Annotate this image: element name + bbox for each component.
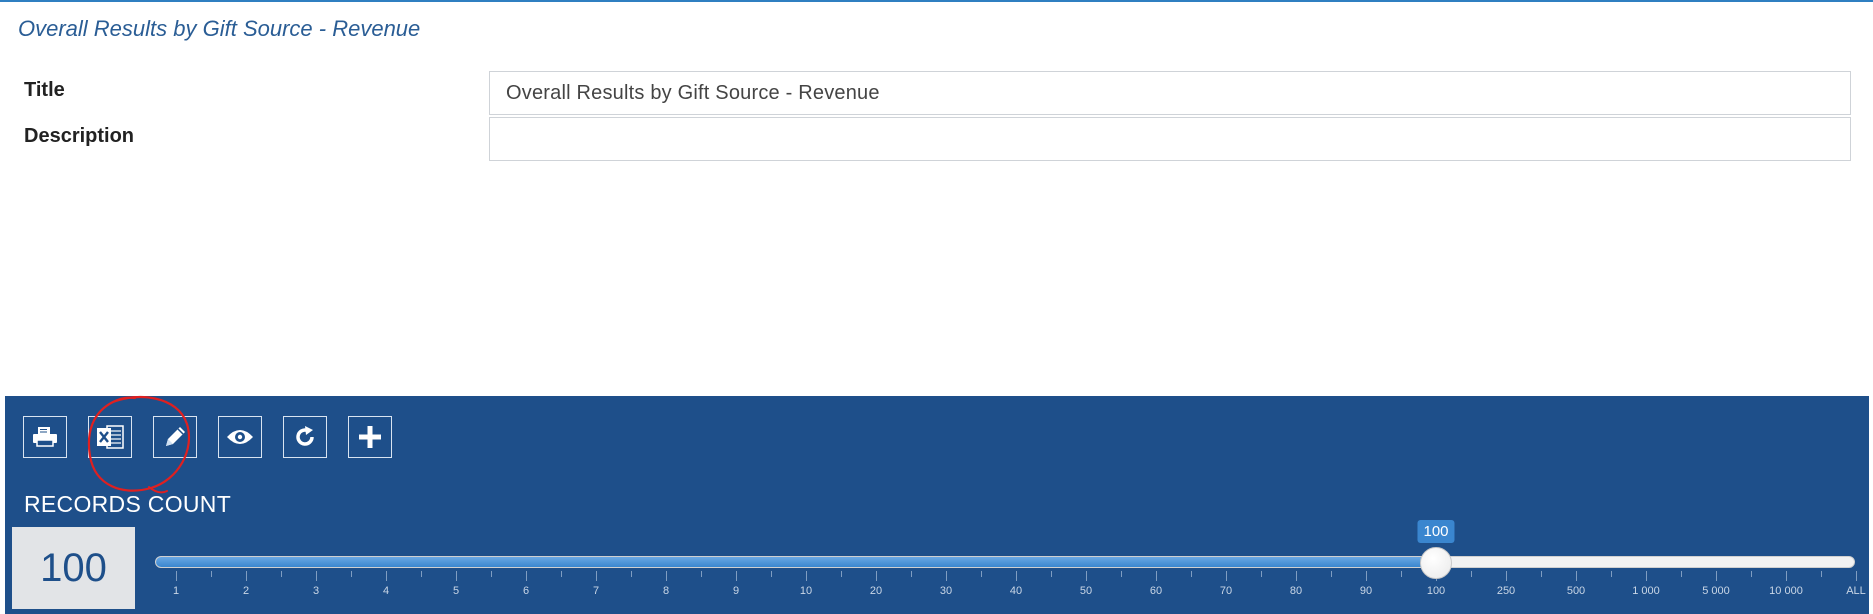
slider-tooltip: 100	[1417, 520, 1455, 543]
slider-tick-label: 10	[799, 585, 813, 597]
slider-tick-label: 250	[1496, 585, 1516, 597]
description-label: Description	[24, 125, 135, 147]
add-button[interactable]	[348, 416, 392, 458]
slider-tick-label: 20	[869, 585, 883, 597]
print-button[interactable]	[23, 416, 67, 458]
slider-tick	[1856, 571, 1857, 581]
slider-tick	[806, 571, 807, 581]
page-title: Overall Results by Gift Source - Revenue	[18, 16, 421, 41]
slider-minor-tick	[1541, 571, 1542, 577]
slider-tick	[876, 571, 877, 581]
slider-tick	[246, 571, 247, 581]
eye-icon	[225, 427, 255, 447]
slider-minor-tick	[1331, 571, 1332, 577]
slider-minor-tick	[491, 571, 492, 577]
slider-tick-label: 9	[732, 585, 740, 597]
excel-icon	[95, 424, 125, 450]
slider-minor-tick	[1751, 571, 1752, 577]
slider-tick	[1016, 571, 1017, 581]
slider-minor-tick	[1681, 571, 1682, 577]
slider-minor-tick	[281, 571, 282, 577]
printer-icon	[31, 425, 59, 449]
title-label: Title	[24, 79, 65, 101]
slider-tick	[1226, 571, 1227, 581]
slider-tick	[176, 571, 177, 581]
slider-tick-label: 2	[242, 585, 250, 597]
slider-minor-tick	[561, 571, 562, 577]
slider-ticks: 1 2 3 4 5 6 7 8 9 10 20 30 40 50 60 70 80 90 100 250 500 1 00…	[156, 557, 1866, 597]
slider-tick-label: 10 000	[1769, 585, 1803, 597]
slider-tick-label: 40	[1009, 585, 1023, 597]
slider-tick	[946, 571, 947, 581]
slider-tick-label: 3	[312, 585, 320, 597]
slider-tick-label: 8	[662, 585, 670, 597]
slider-tick	[596, 571, 597, 581]
slider-tick-label: 90	[1359, 585, 1373, 597]
refresh-icon	[291, 423, 319, 451]
top-accent-rule	[0, 0, 1873, 2]
edit-button[interactable]	[153, 416, 197, 458]
slider-tick	[1646, 571, 1647, 581]
slider-minor-tick	[421, 571, 422, 577]
slider-tick-label: 80	[1289, 585, 1303, 597]
slider-minor-tick	[1821, 571, 1822, 577]
slider-tick-label: 1 000	[1632, 585, 1660, 597]
refresh-button[interactable]	[283, 416, 327, 458]
slider-tick	[1156, 571, 1157, 581]
slider-minor-tick	[631, 571, 632, 577]
slider-minor-tick	[771, 571, 772, 577]
slider-handle[interactable]	[1420, 547, 1452, 579]
slider-tick	[1716, 571, 1717, 581]
slider-minor-tick	[1471, 571, 1472, 577]
view-button[interactable]	[218, 416, 262, 458]
slider-tick-label: 1	[172, 585, 180, 597]
slider-tick-label: 7	[592, 585, 600, 597]
title-input[interactable]: Overall Results by Gift Source - Revenue	[489, 71, 1851, 115]
slider-minor-tick	[211, 571, 212, 577]
records-count-label: RECORDS COUNT	[24, 491, 232, 517]
report-panel: RECORDS COUNT 100 1 2 3 4 5 6 7 8 9 10 20 30 40 50 60 7…	[5, 395, 1869, 614]
slider-tick	[1296, 571, 1297, 581]
slider-tick	[1576, 571, 1577, 581]
slider-tick	[526, 571, 527, 581]
slider-minor-tick	[911, 571, 912, 577]
slider-tick-label: 60	[1149, 585, 1163, 597]
export-excel-button[interactable]	[88, 416, 132, 458]
slider-minor-tick	[701, 571, 702, 577]
slider-tick-label: 70	[1219, 585, 1233, 597]
slider-tick-label: 5	[452, 585, 460, 597]
slider-tick-label: 30	[939, 585, 953, 597]
slider-tick-label: 5 000	[1702, 585, 1730, 597]
pencil-icon	[161, 423, 189, 451]
slider-minor-tick	[351, 571, 352, 577]
slider-tick-label: 4	[382, 585, 390, 597]
slider-tick-label: 500	[1566, 585, 1586, 597]
slider-minor-tick	[1611, 571, 1612, 577]
slider-tick-label: 6	[522, 585, 530, 597]
records-slider[interactable]: 1 2 3 4 5 6 7 8 9 10 20 30 40 50 60 70 80 90 100 250 500 1 00…	[155, 520, 1866, 597]
slider-minor-tick	[1401, 571, 1402, 577]
slider-minor-tick	[1191, 571, 1192, 577]
slider-tick	[1506, 571, 1507, 581]
slider-tick-label: 50	[1079, 585, 1093, 597]
slider-tick	[386, 571, 387, 581]
slider-tick	[1786, 571, 1787, 581]
slider-minor-tick	[1121, 571, 1122, 577]
slider-minor-tick	[1051, 571, 1052, 577]
slider-tick	[1086, 571, 1087, 581]
plus-icon	[357, 424, 383, 450]
slider-tick-label: 100	[1426, 585, 1446, 597]
slider-tick-label: ALL	[1846, 585, 1866, 597]
slider-minor-tick	[1261, 571, 1262, 577]
slider-tick	[666, 571, 667, 581]
slider-tick	[456, 571, 457, 581]
slider-tick	[316, 571, 317, 581]
slider-tick	[736, 571, 737, 581]
records-count-value[interactable]: 100	[12, 527, 135, 609]
slider-tick	[1366, 571, 1367, 581]
description-input[interactable]	[489, 117, 1851, 161]
slider-minor-tick	[841, 571, 842, 577]
slider-minor-tick	[981, 571, 982, 577]
